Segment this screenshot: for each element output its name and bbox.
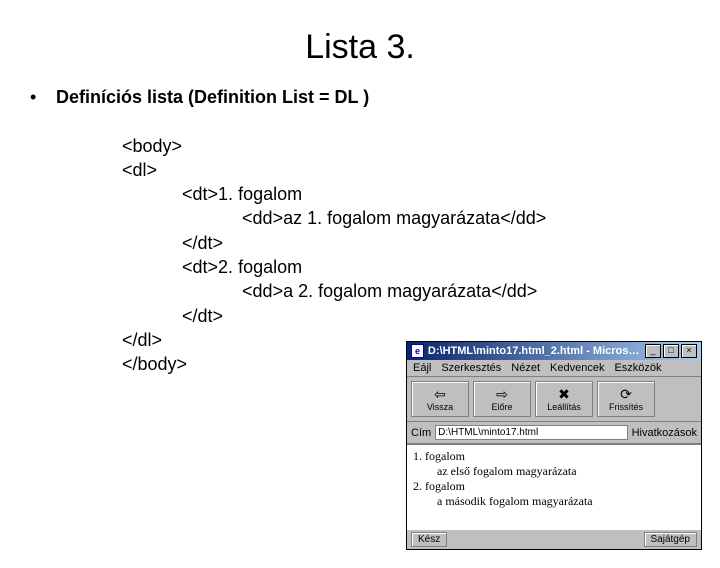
code-line: <dl>: [122, 160, 157, 180]
close-button[interactable]: ×: [681, 344, 697, 358]
forward-button[interactable]: ⇨ Előre: [473, 381, 531, 417]
slide-title: Lista 3.: [0, 28, 720, 67]
code-block: <body> <dl> <dt>1. fogalom <dd>az 1. fog…: [122, 109, 720, 376]
stop-button[interactable]: ✖ Leállítás: [535, 381, 593, 417]
menu-fav[interactable]: Kedvencek: [550, 362, 604, 374]
toolbar: ⇦ Vissza ⇨ Előre ✖ Leállítás ⟳ Frissítés: [407, 377, 701, 422]
bullet-icon: •: [30, 85, 56, 109]
dt-1: 1. fogalom: [413, 449, 695, 464]
dd-2: a második fogalom magyarázata: [437, 494, 695, 509]
address-input[interactable]: D:\HTML\minto17.html: [435, 425, 627, 440]
menu-edit[interactable]: Szerkesztés: [441, 362, 501, 374]
browser-window: e D:\HTML\minto17.html_2.html - Microsof…: [406, 341, 702, 550]
code-line: <dt>1. fogalom: [182, 184, 302, 204]
status-bar: Kész Sajátgép: [407, 529, 701, 549]
code-line: </dt>: [182, 233, 223, 253]
minimize-button[interactable]: _: [645, 344, 661, 358]
slide-content: • Definíciós lista (Definition List = DL…: [0, 85, 720, 377]
window-titlebar[interactable]: e D:\HTML\minto17.html_2.html - Microsof…: [407, 342, 701, 360]
code-line: <dd>az 1. fogalom magyarázata</dd>: [242, 208, 546, 228]
code-line: </dt>: [182, 306, 223, 326]
code-line: </dl>: [122, 330, 162, 350]
code-line: </body>: [122, 354, 187, 374]
dd-1: az első fogalom magyarázata: [437, 464, 695, 479]
page-content: 1. fogalom az első fogalom magyarázata 2…: [407, 444, 701, 529]
back-label: Vissza: [427, 402, 453, 412]
menu-view[interactable]: Nézet: [511, 362, 540, 374]
forward-icon: ⇨: [496, 387, 508, 401]
window-title: D:\HTML\minto17.html_2.html - Microsoft …: [428, 345, 645, 357]
menu-bar: Eájl Szerkesztés Nézet Kedvencek Eszközö…: [407, 360, 701, 377]
code-line: <dd>a 2. fogalom magyarázata</dd>: [242, 281, 537, 301]
code-line: <body>: [122, 136, 182, 156]
stop-icon: ✖: [558, 387, 570, 401]
refresh-icon: ⟳: [620, 387, 632, 401]
bullet-text: Definíciós lista (Definition List = DL ): [56, 85, 369, 109]
refresh-button[interactable]: ⟳ Frissítés: [597, 381, 655, 417]
ie-logo-icon: e: [411, 344, 424, 358]
links-label[interactable]: Hivatkozások: [632, 427, 697, 439]
stop-label: Leállítás: [547, 402, 581, 412]
back-button[interactable]: ⇦ Vissza: [411, 381, 469, 417]
back-icon: ⇦: [434, 387, 446, 401]
dt-2: 2. fogalom: [413, 479, 695, 494]
maximize-button[interactable]: □: [663, 344, 679, 358]
address-label: Cím: [411, 427, 431, 439]
code-line: <dt>2. fogalom: [182, 257, 302, 277]
refresh-label: Frissítés: [609, 402, 643, 412]
menu-tools[interactable]: Eszközök: [614, 362, 661, 374]
address-bar: Cím D:\HTML\minto17.html Hivatkozások: [407, 422, 701, 444]
forward-label: Előre: [491, 402, 512, 412]
menu-file[interactable]: Eájl: [413, 362, 431, 374]
